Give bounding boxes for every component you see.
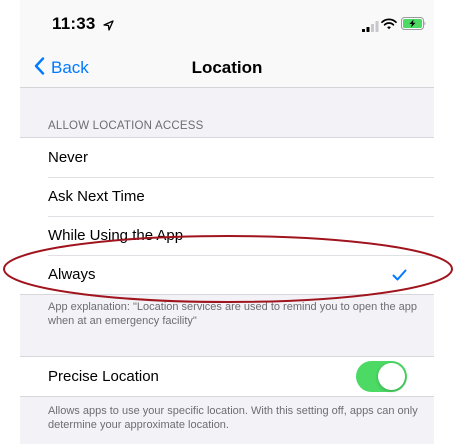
phone-screen: 11:33 Back Location ALLOW LOCATION ACCES… — [20, 0, 434, 444]
option-label: Always — [48, 266, 96, 283]
signal-icon — [362, 19, 379, 37]
precise-location-toggle[interactable] — [356, 361, 407, 392]
option-while-using-the-app[interactable]: While Using the App — [20, 216, 434, 255]
option-label: Ask Next Time — [48, 188, 145, 205]
option-label: Never — [48, 149, 89, 166]
section-header-location-access: ALLOW LOCATION ACCESS — [48, 120, 204, 132]
battery-charging-icon — [401, 17, 427, 35]
option-never[interactable]: Never — [20, 138, 434, 177]
option-always[interactable]: Always — [20, 255, 434, 294]
toggle-knob — [378, 363, 405, 390]
app-explanation-text: App explanation: "Location services are … — [48, 301, 417, 327]
precise-location-description: Allows apps to use your specific locatio… — [48, 405, 418, 431]
status-bar: 11:33 — [20, 0, 434, 48]
checkmark-icon — [392, 268, 407, 286]
wifi-icon — [381, 17, 397, 35]
precise-location-group: Precise Location — [20, 356, 434, 397]
status-time: 11:33 — [52, 14, 96, 33]
navigation-bar: Back Location — [20, 48, 434, 88]
page-title: Location — [191, 58, 263, 77]
location-arrow-icon — [103, 18, 114, 36]
precise-location-row: Precise Location — [20, 357, 434, 396]
option-ask-next-time[interactable]: Ask Next Time — [20, 177, 434, 216]
precise-location-label: Precise Location — [48, 368, 159, 385]
option-label: While Using the App — [48, 227, 184, 244]
location-access-options: Never Ask Next Time While Using the App … — [20, 137, 434, 295]
